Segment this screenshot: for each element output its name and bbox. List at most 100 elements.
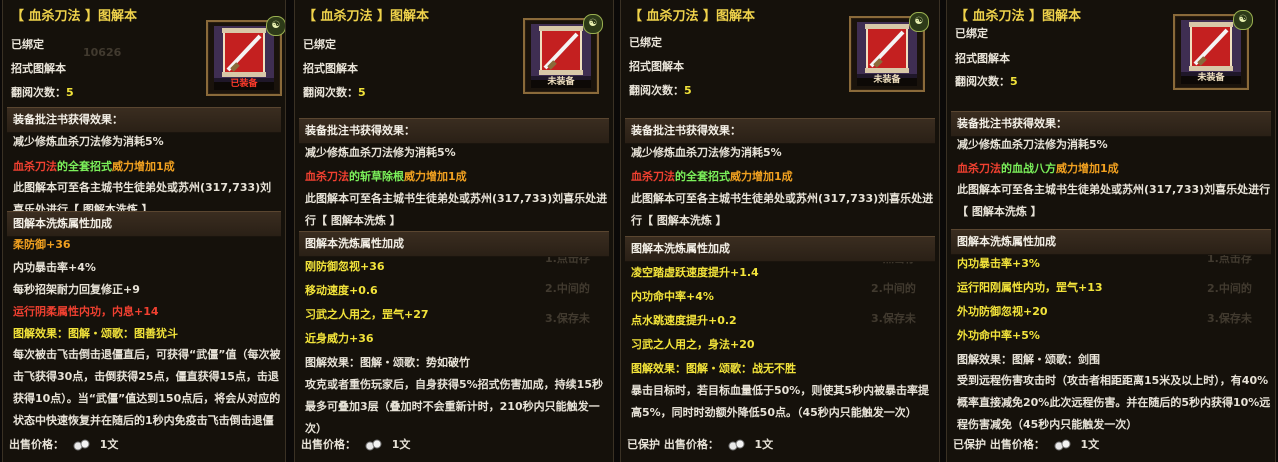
effect-segment: 威力增加1成 [1056, 162, 1119, 175]
attribute-line: 每秒招架耐力回复修正+9 [13, 283, 140, 296]
equip-status-tag: 已装备 [214, 78, 274, 90]
corner-badge-icon: ☯ [1233, 10, 1253, 30]
corner-badge-icon: ☯ [266, 16, 285, 36]
attribute-line: 内功暴击率+3% [957, 257, 1040, 270]
attribute-line: 凌空踏虚跃速度提升+1.4 [631, 266, 759, 279]
effect-segment: 的斩草除根 [349, 170, 404, 183]
read-count-value: 5 [66, 86, 74, 99]
item-tooltip-panel: 10626中【 血杀刀法 】图解本已绑定招式图解本翻阅次数：5 已装备 ☯ 装备… [2, 0, 286, 462]
item-tooltip-panel: 1.点击存2.中间的3.保存未【 血杀刀法 】图解本已绑定招式图解本翻阅次数：5… [946, 0, 1276, 462]
item-type: 招式图解本 [303, 62, 358, 75]
item-title: 【 血杀刀法 】图解本 [629, 9, 756, 24]
sell-price-label: 出售价格： [301, 438, 356, 451]
effect-line: 减少修炼血杀刀法修为消耗5% [631, 146, 782, 159]
scroll-icon [857, 22, 917, 78]
sword-scroll-icon [222, 28, 266, 77]
coin-icon [728, 439, 745, 451]
effect-segment: 威力增加1成 [404, 170, 467, 183]
scroll-icon [214, 26, 274, 82]
effect-description: 受到远程伤害攻击时（攻击者相距距离15米及以上时），有40%概率直接减免20%此… [957, 374, 1271, 431]
sell-price-label: 已保护 出售价格： [627, 438, 719, 451]
effect-line: 血杀刀法的血战八方威力增加1成 [957, 157, 1269, 181]
effect-segment: 血杀刀法 [957, 162, 1001, 175]
effect-segment: 的全套招式 [57, 160, 112, 173]
read-count-label: 翻阅次数： [11, 86, 66, 99]
scroll-icon [531, 24, 591, 80]
section-header-label: 装备批注书获得效果： [13, 113, 123, 126]
item-tooltip-panel: 1.点击存2.中间的3.保存未【 血杀刀法 】图解本已绑定招式图解本翻阅次数：5… [620, 0, 940, 462]
refine-hint: 此图解本可至各主城书生徒弟处或苏州(317,733)刘喜乐处进行【 图解本洗炼 … [631, 192, 934, 227]
bound-status: 已绑定 [303, 38, 336, 51]
sword-scroll-icon [1189, 22, 1233, 71]
equip-status-tag: 未装备 [531, 76, 591, 88]
effect-segment: 血杀刀法 [305, 170, 349, 183]
item-icon: 未装备 ☯ [523, 14, 603, 94]
item-icon: 未装备 ☯ [849, 12, 929, 92]
section-header-label: 装备批注书获得效果： [631, 124, 741, 137]
attribute-line: 移动速度+0.6 [305, 284, 378, 297]
effect-line: 减少修炼血杀刀法修为消耗5% [13, 135, 164, 148]
effect-segment: 威力增加1成 [730, 170, 793, 183]
attribute-line: 点水跳速度提升+0.2 [631, 314, 737, 327]
attribute-line: 习武之人用之，身法+20 [631, 338, 755, 351]
effect-line: 血杀刀法的斩草除根威力增加1成 [305, 165, 607, 189]
attribute-line: 图解效果：图解・颂歌：图善犹斗 [13, 327, 178, 340]
section-header-label: 图解本洗炼属性加成 [305, 237, 404, 250]
section-header-label: 图解本洗炼属性加成 [957, 235, 1056, 248]
read-count-label: 翻阅次数： [303, 86, 358, 99]
attribute-line: 近身威力+36 [305, 332, 374, 345]
coin-icon [1054, 439, 1071, 451]
read-count-value: 5 [1010, 75, 1018, 88]
section-header: 图解本洗炼属性加成 [299, 231, 609, 257]
bound-status: 已绑定 [629, 36, 662, 49]
item-icon: 已装备 ☯ [206, 16, 285, 96]
sell-price-label: 出售价格： [9, 438, 64, 451]
read-count: 翻阅次数：5 [303, 82, 366, 104]
attribute-line: 外功防御忽视+20 [957, 305, 1048, 318]
attribute-line: 内功暴击率+4% [13, 261, 96, 274]
refine-hint: 此图解本可至各主城书生徒弟处或苏州(317,733)刘喜乐处进行【 图解本洗炼 … [957, 183, 1271, 218]
attribute-line: 运行阴柔属性内功，内息+14 [13, 305, 159, 318]
item-icon: 未装备 ☯ [1173, 10, 1253, 90]
item-title: 【 血杀刀法 】图解本 [11, 9, 138, 24]
effect-description: 攻克或者重伤玩家后，自身获得5%招式伤害加成，持续15秒最多可叠加3层（叠加时不… [305, 378, 603, 435]
attribute-line: 内功命中率+4% [631, 290, 714, 303]
attribute-line: 刚防御忽视+36 [305, 260, 385, 273]
effect-segment: 血杀刀法 [631, 170, 675, 183]
read-count-label: 翻阅次数： [629, 84, 684, 97]
effect-line: 血杀刀法的全套招式威力增加1成 [13, 155, 279, 179]
effect-description: 暴击目标时，若目标血量低于50%，则使其5秒内被暴击率提高5%，同时时劲额外降低… [631, 384, 929, 419]
effect-segment: 的血战八方 [1001, 162, 1056, 175]
bound-status: 已绑定 [955, 27, 988, 40]
coin-icon [73, 439, 90, 451]
attribute-line: 外功命中率+5% [957, 329, 1040, 342]
item-type: 招式图解本 [629, 60, 684, 73]
attribute-line: 习武之人用之，罡气+27 [305, 308, 429, 321]
read-count: 翻阅次数：5 [629, 80, 692, 102]
sell-price: 已保护 出售价格： 1文 [953, 434, 1099, 456]
sell-price-label: 已保护 出售价格： [953, 438, 1045, 451]
equip-status-tag: 未装备 [1181, 72, 1241, 84]
read-count-value: 5 [684, 84, 692, 97]
attribute-line: 图解效果：图解・颂歌：势如破竹 [305, 356, 470, 369]
item-tooltip-panel: 1.点击存2.中间的3.保存未【 血杀刀法 】图解本已绑定招式图解本翻阅次数：5… [294, 0, 614, 462]
item-type: 招式图解本 [11, 62, 66, 75]
sell-price-value: 1文 [391, 438, 411, 451]
bound-status: 已绑定 [11, 38, 44, 51]
scroll-icon [1181, 20, 1241, 76]
section-header-label: 装备批注书获得效果： [305, 124, 415, 137]
sell-price-value: 1文 [99, 438, 119, 451]
corner-badge-icon: ☯ [909, 12, 929, 32]
attribute-line: 柔防御+36 [13, 238, 71, 251]
sword-scroll-icon [539, 26, 583, 75]
sell-price: 出售价格： 1文 [9, 434, 118, 456]
section-header: 图解本洗炼属性加成 [625, 236, 935, 262]
sell-price-value: 1文 [754, 438, 774, 451]
section-header-label: 图解本洗炼属性加成 [631, 242, 730, 255]
sword-scroll-icon [865, 24, 909, 73]
effect-segment: 的全套招式 [675, 170, 730, 183]
read-count: 翻阅次数：5 [955, 71, 1018, 93]
corner-badge-icon: ☯ [583, 14, 603, 34]
item-type: 招式图解本 [955, 52, 1010, 65]
effect-segment: 威力增加1成 [112, 160, 175, 173]
